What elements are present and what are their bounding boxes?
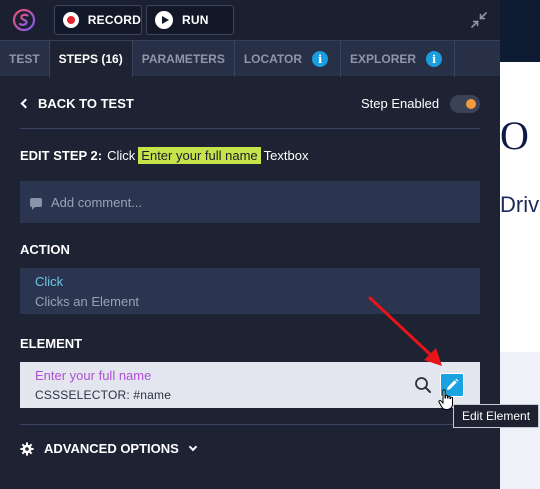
background-heading: O bbox=[500, 113, 529, 158]
tab-parameters[interactable]: PARAMETERS bbox=[133, 41, 235, 77]
chevron-down-icon bbox=[188, 442, 198, 451]
annotation-arrow-icon bbox=[368, 296, 442, 366]
recorder-panel: RECORD RUN TEST STEPS (16) PARAMETERS LO… bbox=[0, 0, 500, 489]
edit-element-tooltip: Edit Element bbox=[453, 404, 540, 428]
element-section-label: ELEMENT bbox=[20, 336, 83, 351]
background-header bbox=[500, 0, 540, 62]
step-enabled-label: Step Enabled bbox=[361, 96, 440, 111]
tab-label: TEST bbox=[9, 52, 40, 66]
edit-step-action: Click bbox=[107, 148, 136, 163]
record-button[interactable]: RECORD bbox=[54, 5, 142, 35]
tab-explorer[interactable]: EXPLORER i bbox=[341, 41, 456, 77]
back-to-test-link[interactable]: BACK TO TEST bbox=[20, 96, 134, 111]
edit-step-title: EDIT STEP 2: Click Enter your full name … bbox=[20, 147, 308, 164]
step-enabled-toggle[interactable] bbox=[450, 95, 480, 113]
advanced-options-label: ADVANCED OPTIONS bbox=[44, 441, 179, 456]
record-button-label: RECORD bbox=[87, 13, 141, 27]
divider bbox=[20, 424, 480, 425]
chevron-left-icon bbox=[20, 98, 31, 109]
advanced-options-toggle[interactable]: ADVANCED OPTIONS bbox=[20, 441, 198, 456]
comment-placeholder: Add comment... bbox=[51, 194, 143, 210]
info-icon[interactable]: i bbox=[312, 51, 329, 67]
action-section-label: ACTION bbox=[20, 242, 70, 257]
add-comment-field[interactable]: Add comment... bbox=[20, 181, 480, 223]
tab-label: PARAMETERS bbox=[141, 52, 225, 66]
gear-icon bbox=[20, 441, 34, 456]
tab-steps[interactable]: STEPS (16) bbox=[49, 41, 133, 77]
run-button[interactable]: RUN bbox=[146, 5, 234, 35]
toggle-knob bbox=[466, 99, 476, 109]
action-name: Click bbox=[35, 274, 64, 289]
app-logo-icon bbox=[12, 8, 36, 32]
search-icon[interactable] bbox=[414, 376, 432, 394]
info-icon[interactable]: i bbox=[426, 51, 443, 67]
divider bbox=[20, 128, 480, 129]
tab-test[interactable]: TEST bbox=[0, 41, 50, 77]
background-subtitle: Driv bbox=[500, 192, 540, 217]
toolbar: RECORD RUN bbox=[0, 0, 500, 40]
back-to-test-label: BACK TO TEST bbox=[38, 96, 134, 111]
tab-locator[interactable]: LOCATOR i bbox=[235, 41, 342, 77]
play-icon bbox=[155, 11, 173, 29]
tab-label: STEPS (16) bbox=[58, 52, 123, 66]
edit-step-element-type: Textbox bbox=[263, 148, 309, 163]
edit-step-label: EDIT STEP 2: bbox=[20, 148, 103, 163]
collapse-icon[interactable] bbox=[470, 11, 488, 29]
record-icon bbox=[63, 12, 79, 28]
edit-step-element-highlight: Enter your full name bbox=[138, 147, 261, 164]
run-button-label: RUN bbox=[182, 13, 209, 27]
comment-icon bbox=[30, 197, 42, 210]
tab-label: LOCATOR bbox=[243, 52, 303, 66]
tab-label: EXPLORER bbox=[350, 52, 417, 66]
tab-bar: TEST STEPS (16) PARAMETERS LOCATOR i EXP… bbox=[0, 40, 500, 77]
